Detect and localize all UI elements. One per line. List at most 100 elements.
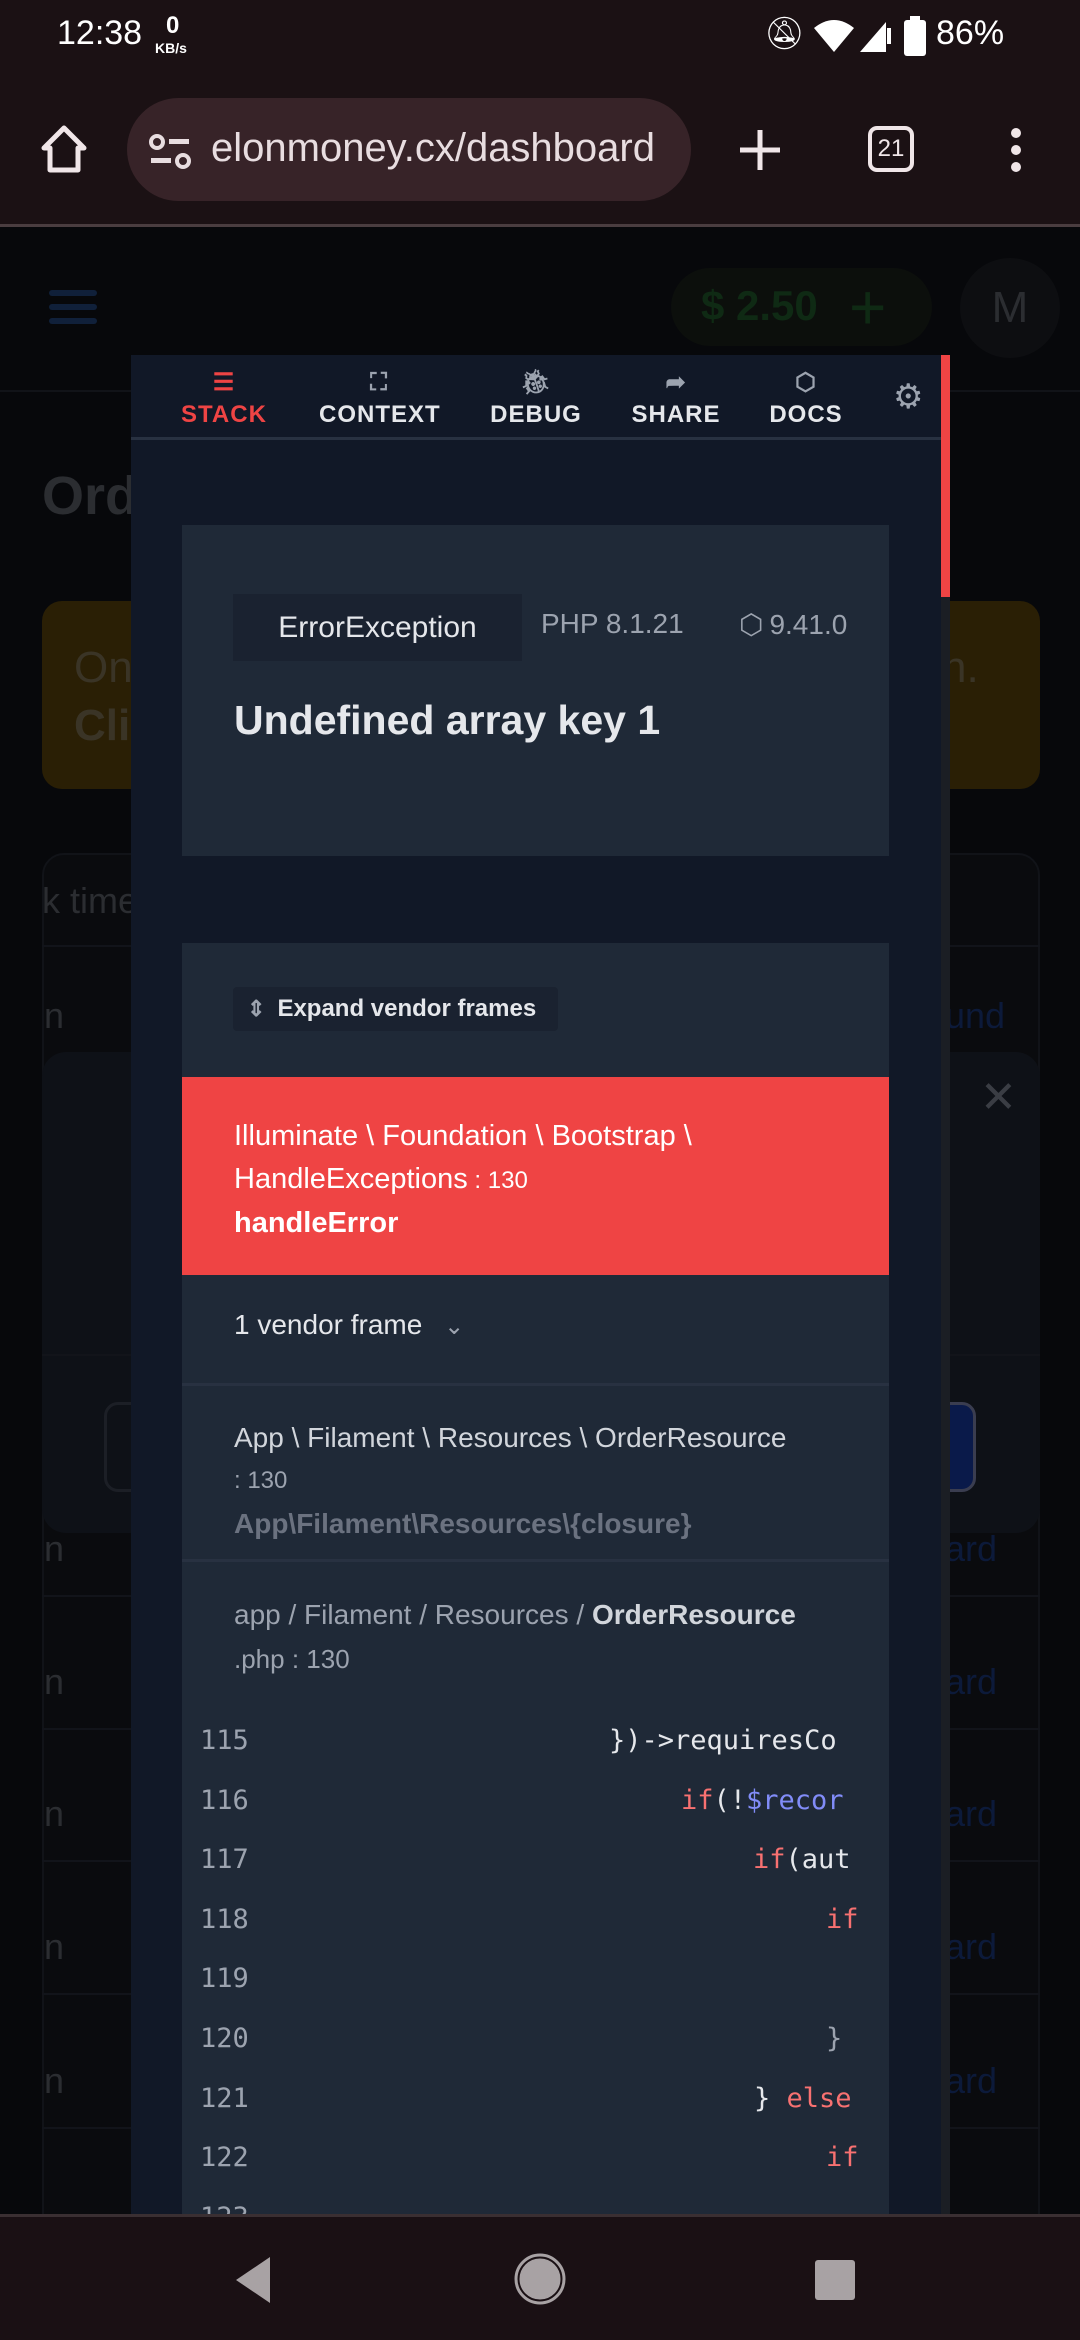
row-cell: n (44, 1528, 65, 1569)
expand-vendor-label: Expand vendor frames (277, 995, 537, 1022)
share-icon: ➦ (665, 369, 687, 396)
battery-percent: 86% (936, 14, 1005, 52)
file-dir: app / Filament / Resources / (234, 1599, 592, 1630)
status-bar: 12:38 0 KB/s 🔕︎ 86% (0, 0, 1080, 100)
code-text: } (754, 2083, 787, 2114)
tab-label: CONTEXT (319, 401, 441, 428)
row-cell: n (44, 2060, 65, 2101)
signal-icon (860, 22, 891, 52)
home-button-icon[interactable] (514, 2253, 566, 2305)
url-text[interactable]: elonmoney.cx/dashboard (211, 126, 671, 171)
new-tab-icon[interactable] (738, 128, 782, 172)
error-page-overlay[interactable]: ☰ STACK ⛶ CONTEXT 🐞︎ DEBUG ➦ SHARE ⬡ DOCS ⚙ E… (131, 355, 950, 2214)
file-name: OrderResource (591, 1599, 796, 1630)
vendor-frames-label: 1 vendor frame (234, 1309, 423, 1340)
line-number: 120 (200, 2023, 249, 2054)
row-link: und (945, 995, 1006, 1036)
toolbar-divider (0, 224, 1080, 227)
more-menu-icon[interactable] (1008, 126, 1024, 174)
code-text: (! (713, 1785, 747, 1816)
tab-docs[interactable]: ⬡ DOCS (746, 365, 866, 429)
home-icon[interactable] (40, 124, 88, 174)
code-keyword: if (753, 1844, 786, 1875)
frame-line: : 130 (467, 1167, 528, 1194)
frame-class-name: HandleExceptions (234, 1163, 468, 1195)
code-fade-overlay (857, 1703, 889, 2214)
browser-toolbar: elonmoney.cx/dashboard 21 (0, 98, 1080, 224)
back-icon[interactable] (232, 2255, 272, 2305)
address-bar[interactable]: elonmoney.cx/dashboard (127, 98, 691, 201)
tab-share[interactable]: ➦ SHARE (616, 365, 736, 429)
row-link: ard (945, 1661, 998, 1702)
stack-trace-card: ⇕ Expand vendor frames Illuminate \ Foun… (182, 943, 889, 2214)
code-line: if(!$recor (681, 1785, 844, 1816)
code-keyword: if (826, 1904, 859, 1935)
line-number: 119 (200, 1963, 249, 1994)
tab-context[interactable]: ⛶ CONTEXT (319, 365, 441, 429)
banner-link: Cli (74, 701, 131, 750)
file-ext-line: .php : 130 (234, 1644, 350, 1674)
settings-gear-icon[interactable]: ⚙ (893, 377, 923, 417)
code-line: })->requiresCo (609, 1725, 837, 1756)
tab-label: SHARE (631, 401, 721, 428)
code-text: (aut (785, 1844, 851, 1875)
laravel-version-text: 9.41.0 (769, 608, 848, 640)
exception-class-badge: ErrorException (233, 594, 522, 661)
laravel-icon: ⬡ (795, 369, 817, 396)
site-settings-icon[interactable] (149, 134, 193, 170)
code-line: if(aut (753, 1844, 851, 1875)
stack-icon: ☰ (212, 369, 236, 396)
system-nav-bar (0, 2214, 1080, 2340)
balance-amount: $ 2.50 (701, 282, 818, 329)
line-number: 116 (200, 1785, 249, 1816)
chevron-up-down-icon: ⇕ (247, 996, 266, 1021)
net-speed-value: 0 (166, 12, 180, 39)
line-number: 122 (200, 2142, 249, 2173)
php-version: PHP 8.1.21 (541, 608, 684, 639)
vendor-frames-toggle[interactable]: 1 vendor frame ⌄ (182, 1275, 889, 1386)
code-line: if (826, 1904, 859, 1935)
row-link: ard (945, 1793, 998, 1834)
tab-label: DEBUG (490, 401, 582, 428)
frame-class: Illuminate \ Foundation \ Bootstrap \ (234, 1120, 692, 1152)
line-number: 121 (200, 2083, 249, 2114)
exception-card: ErrorException PHP 8.1.21 ⬡ 9.41.0 Undef… (182, 525, 889, 856)
scrollbar-thumb[interactable] (941, 355, 950, 597)
tab-debug[interactable]: 🐞︎ DEBUG (476, 365, 596, 429)
code-keyword: else (786, 2083, 852, 2114)
avatar: M (960, 258, 1060, 358)
laravel-version: ⬡ 9.41.0 (739, 608, 847, 641)
chevron-down-icon: ⌄ (444, 1313, 465, 1340)
close-icon: ✕ (980, 1073, 1017, 1122)
code-keyword: if (681, 1785, 714, 1816)
hamburger-menu-icon (49, 290, 97, 324)
clock: 12:38 (57, 14, 143, 52)
error-tab-bar: ☰ STACK ⛶ CONTEXT 🐞︎ DEBUG ➦ SHARE ⬡ DOCS ⚙ (131, 355, 941, 440)
tab-stack[interactable]: ☰ STACK (164, 365, 284, 429)
bug-icon: 🐞︎ (520, 369, 552, 396)
code-variable: $recor (746, 1785, 844, 1816)
frame-line: : 130 (234, 1467, 288, 1494)
row-cell: n (44, 1661, 65, 1702)
tab-switcher-button[interactable]: 21 (868, 126, 914, 172)
stack-frame-app[interactable]: App \ Filament \ Resources \ OrderResour… (182, 1386, 889, 1562)
battery-icon (904, 16, 926, 56)
code-line: } (826, 2023, 843, 2054)
frame-method: handleError (234, 1207, 399, 1239)
net-speed-unit: KB/s (155, 40, 187, 56)
stack-frame-active[interactable]: Illuminate \ Foundation \ Bootstrap \ Ha… (182, 1077, 889, 1275)
row-link: ard (945, 2060, 998, 2101)
file-path: app / Filament / Resources / OrderResour… (234, 1593, 796, 1681)
code-line: } else (754, 2083, 852, 2114)
expand-vendor-frames-button[interactable]: ⇕ Expand vendor frames (233, 987, 558, 1031)
row-cell: n (44, 1926, 65, 1967)
balance-pill: $ 2.50 + (671, 268, 932, 346)
row-link: ard (945, 1528, 998, 1569)
line-number: 118 (200, 1904, 249, 1935)
expand-icon: ⛶ (370, 369, 388, 396)
code-line: if (826, 2142, 859, 2173)
scrollbar-track[interactable] (941, 597, 950, 2214)
table-header: k time (42, 880, 139, 921)
tab-label: DOCS (769, 401, 843, 428)
recents-icon[interactable] (814, 2259, 856, 2301)
